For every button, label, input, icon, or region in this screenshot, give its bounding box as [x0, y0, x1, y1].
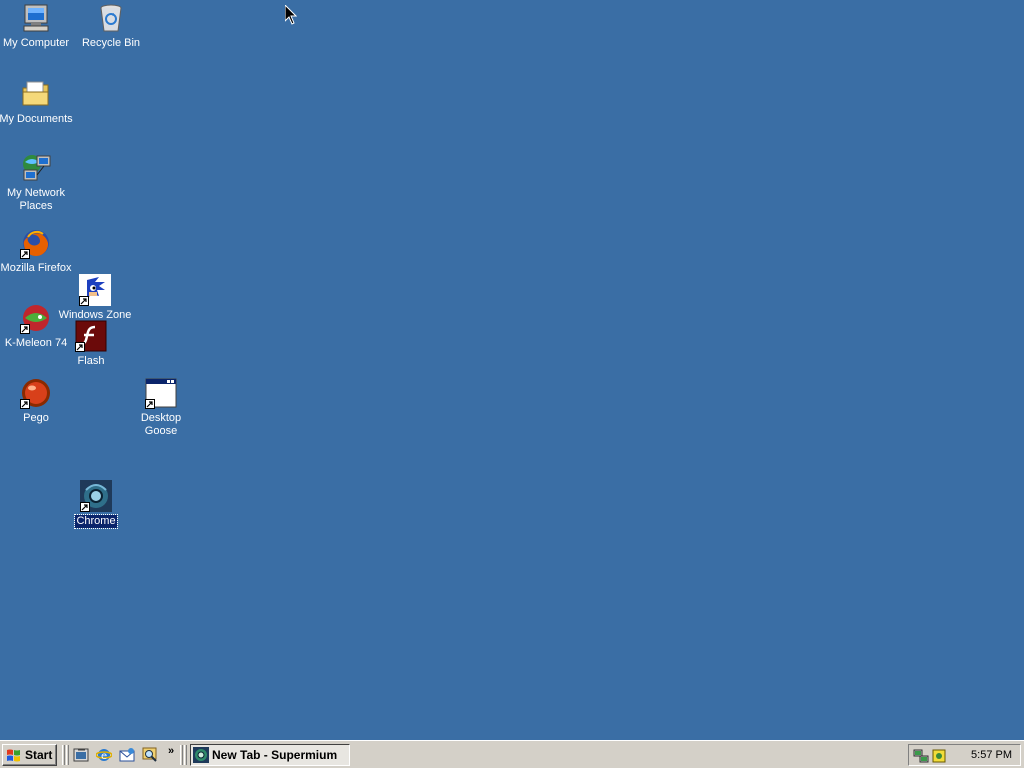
- computer-icon: [20, 2, 52, 34]
- task-button-supermium[interactable]: New Tab - Supermium: [190, 744, 350, 766]
- start-label: Start: [25, 748, 53, 762]
- desktop-icon-recycle-bin[interactable]: Recycle Bin: [73, 2, 149, 50]
- folder-icon: [20, 78, 52, 110]
- desktop-icon-label: Pego: [23, 412, 49, 424]
- desktop-icon-my-documents[interactable]: My Documents: [0, 78, 74, 126]
- taskbar-divider: [62, 745, 65, 765]
- desktop-icon-label: Recycle Bin: [81, 37, 141, 49]
- recycle-bin-icon: [95, 2, 127, 34]
- flash-icon: [75, 320, 107, 352]
- shortcut-arrow-icon: [80, 502, 90, 512]
- k-meleon-icon: [20, 302, 52, 334]
- taskbar-divider: [66, 745, 69, 765]
- start-button[interactable]: Start: [2, 744, 57, 766]
- desktop-icon-desktop-goose[interactable]: Desktop Goose: [123, 377, 199, 438]
- quick-launch-more-button[interactable]: »: [168, 745, 174, 757]
- desktop-icon-label: My Computer: [2, 37, 70, 49]
- desktop-icon-label: Chrome: [74, 514, 118, 529]
- clock[interactable]: 5:57 PM: [971, 749, 1012, 761]
- system-tray: 5:57 PM: [908, 744, 1021, 766]
- sonic-icon: [79, 274, 111, 306]
- shortcut-arrow-icon: [20, 249, 30, 259]
- security-tray-icon[interactable]: [931, 748, 947, 764]
- shortcut-arrow-icon: [75, 342, 85, 352]
- desktop-icon-my-network-places[interactable]: My Network Places: [0, 152, 74, 213]
- firefox-icon: [20, 227, 52, 259]
- mouse-cursor-icon: [285, 5, 297, 25]
- desktop-icon-label: My Documents: [0, 113, 73, 125]
- desktop[interactable]: My Computer Recycle Bin My Documents My …: [0, 0, 1024, 740]
- internet-explorer-icon[interactable]: e: [96, 747, 112, 763]
- network-tray-icon[interactable]: [913, 748, 929, 764]
- shortcut-arrow-icon: [145, 399, 155, 409]
- show-desktop-icon[interactable]: [73, 747, 89, 763]
- shortcut-arrow-icon: [20, 399, 30, 409]
- desktop-icon-label: Desktop Goose: [140, 412, 182, 437]
- pego-icon: [20, 377, 52, 409]
- svg-text:e: e: [101, 751, 107, 762]
- desktop-icon-my-computer[interactable]: My Computer: [0, 2, 74, 50]
- shortcut-arrow-icon: [20, 324, 30, 334]
- window-icon: [145, 377, 177, 409]
- desktop-icon-flash[interactable]: Flash: [53, 320, 129, 368]
- desktop-icon-chrome[interactable]: Chrome: [58, 480, 134, 529]
- desktop-icon-mozilla-firefox[interactable]: Mozilla Firefox: [0, 227, 74, 275]
- taskbar-divider: [180, 745, 183, 765]
- desktop-icon-label: My Network Places: [6, 187, 66, 212]
- shortcut-arrow-icon: [79, 296, 89, 306]
- network-icon: [20, 152, 52, 184]
- desktop-icon-pego[interactable]: Pego: [0, 377, 74, 425]
- supermium-icon: [193, 747, 209, 763]
- taskbar: Start e » New Tab - Supermium 5:57 PM: [0, 740, 1024, 768]
- search-icon[interactable]: [142, 747, 158, 763]
- taskbar-divider: [184, 745, 187, 765]
- outlook-express-icon[interactable]: [119, 747, 135, 763]
- task-button-label: New Tab - Supermium: [212, 748, 338, 762]
- windows-logo-icon: [7, 749, 20, 762]
- chrome-icon: [80, 480, 112, 512]
- desktop-icon-label: Flash: [77, 355, 105, 367]
